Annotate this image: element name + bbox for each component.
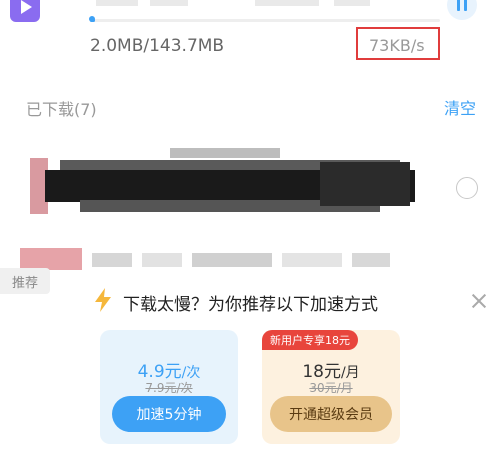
redacted-filename <box>282 253 342 267</box>
new-user-badge: 新用户专享18元 <box>262 330 358 350</box>
download-manager-screen: 2.0MB/143.7MB 73KB/s 已下载(7) 清空 推荐 下载太慢？为… <box>0 0 500 449</box>
file-thumbnail[interactable] <box>10 0 40 22</box>
downloaded-section-title: 已下载(7) <box>26 100 97 119</box>
redacted-filename <box>142 253 182 267</box>
pause-button[interactable] <box>447 0 477 20</box>
redacted-filename <box>352 253 390 267</box>
speedup-original-price: 7.9元/次 <box>145 381 193 395</box>
pause-icon <box>457 0 460 11</box>
progress-indicator <box>89 16 95 22</box>
recommend-tag: 推荐 <box>0 268 50 294</box>
lightning-icon <box>95 288 111 312</box>
blurred-filename <box>96 0 138 6</box>
download-progress-bar <box>90 19 440 22</box>
vip-original-price: 30元/月 <box>309 381 353 395</box>
blurred-filename <box>334 0 370 6</box>
redacted-thumbnail <box>20 248 82 270</box>
download-speed: 73KB/s <box>369 36 425 55</box>
download-size-progress: 2.0MB/143.7MB <box>90 36 225 56</box>
blurred-filename <box>150 0 188 6</box>
pause-icon-bar <box>464 0 467 11</box>
blurred-filename <box>255 0 319 6</box>
play-icon <box>21 0 32 14</box>
redacted-filename <box>92 253 132 267</box>
promo-title: 下载太慢？为你推荐以下加速方式 <box>123 295 378 315</box>
open-vip-button[interactable]: 开通超级会员 <box>270 396 392 432</box>
close-icon[interactable] <box>470 292 488 310</box>
clear-button[interactable]: 清空 <box>444 95 476 119</box>
redacted-filename <box>320 162 410 206</box>
speedup-5min-button[interactable]: 加速5分钟 <box>112 396 226 432</box>
redacted-filename <box>170 148 280 158</box>
redacted-filename <box>192 253 272 267</box>
select-radio[interactable] <box>456 177 478 199</box>
